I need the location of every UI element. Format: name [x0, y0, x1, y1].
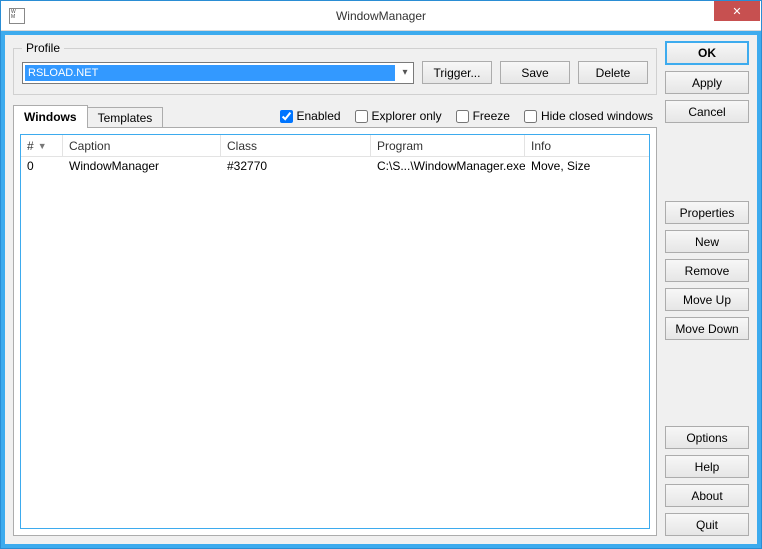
chevron-down-icon[interactable]: ▾ [397, 67, 413, 78]
left-column: Profile RSLOAD.NET ▾ Trigger... Save Del… [13, 41, 657, 536]
freeze-label: Freeze [473, 109, 510, 123]
cell-info: Move, Size [525, 159, 649, 173]
profile-group: Profile RSLOAD.NET ▾ Trigger... Save Del… [13, 41, 657, 95]
close-icon: ✕ [732, 5, 741, 18]
sort-down-icon: ▼ [38, 141, 47, 151]
options-button[interactable]: Options [665, 426, 749, 449]
move-up-button[interactable]: Move Up [665, 288, 749, 311]
list-header: # ▼ Caption Class Program Info [21, 135, 649, 157]
close-button[interactable]: ✕ [714, 1, 760, 21]
tab-options: Enabled Explorer only Freeze Hide c [280, 105, 658, 127]
explorer-only-label: Explorer only [372, 109, 442, 123]
tab-windows[interactable]: Windows [13, 105, 88, 128]
explorer-only-checkbox-input[interactable] [355, 110, 368, 123]
remove-button[interactable]: Remove [665, 259, 749, 282]
hide-closed-label: Hide closed windows [541, 109, 653, 123]
cell-caption: WindowManager [63, 159, 221, 173]
hide-closed-checkbox-input[interactable] [524, 110, 537, 123]
tabs-area: Windows Templates Enabled Explorer only [13, 105, 657, 536]
cell-program: C:\S...\WindowManager.exe [371, 159, 525, 173]
hide-closed-checkbox[interactable]: Hide closed windows [524, 109, 653, 123]
profile-combobox[interactable]: RSLOAD.NET ▾ [22, 62, 414, 84]
col-class[interactable]: Class [221, 135, 371, 156]
move-down-button[interactable]: Move Down [665, 317, 749, 340]
delete-button[interactable]: Delete [578, 61, 648, 84]
col-info[interactable]: Info [525, 135, 649, 156]
about-button[interactable]: About [665, 484, 749, 507]
save-button[interactable]: Save [500, 61, 570, 84]
quit-button[interactable]: Quit [665, 513, 749, 536]
profile-row: RSLOAD.NET ▾ Trigger... Save Delete [22, 61, 648, 84]
col-program[interactable]: Program [371, 135, 525, 156]
cancel-button[interactable]: Cancel [665, 100, 749, 123]
new-button[interactable]: New [665, 230, 749, 253]
tab-templates[interactable]: Templates [87, 107, 164, 128]
enabled-label: Enabled [297, 109, 341, 123]
titlebar[interactable]: WM WindowManager ✕ [1, 1, 761, 31]
explorer-only-checkbox[interactable]: Explorer only [355, 109, 442, 123]
tab-panel: # ▼ Caption Class Program Info 0 WindowM [13, 127, 657, 536]
right-column: OK Apply Cancel Properties New Remove Mo… [665, 41, 749, 536]
spacer [665, 129, 749, 195]
table-row[interactable]: 0 WindowManager #32770 C:\S...\WindowMan… [21, 157, 649, 175]
tab-row: Windows Templates Enabled Explorer only [13, 105, 657, 127]
freeze-checkbox[interactable]: Freeze [456, 109, 510, 123]
col-caption[interactable]: Caption [63, 135, 221, 156]
window-list[interactable]: # ▼ Caption Class Program Info 0 WindowM [20, 134, 650, 529]
cell-num: 0 [21, 159, 63, 173]
freeze-checkbox-input[interactable] [456, 110, 469, 123]
profile-selected-value: RSLOAD.NET [25, 65, 395, 81]
app-icon: WM [9, 8, 25, 24]
cell-class: #32770 [221, 159, 371, 173]
help-button[interactable]: Help [665, 455, 749, 478]
list-body: 0 WindowManager #32770 C:\S...\WindowMan… [21, 157, 649, 528]
enabled-checkbox[interactable]: Enabled [280, 109, 341, 123]
ok-button[interactable]: OK [665, 41, 749, 65]
col-num[interactable]: # ▼ [21, 135, 63, 156]
window-title: WindowManager [1, 9, 761, 23]
enabled-checkbox-input[interactable] [280, 110, 293, 123]
app-window: WM WindowManager ✕ Profile RSLOAD.NET ▾ … [0, 0, 762, 549]
spacer [665, 346, 749, 420]
trigger-button[interactable]: Trigger... [422, 61, 492, 84]
client-area: Profile RSLOAD.NET ▾ Trigger... Save Del… [1, 31, 761, 548]
profile-legend: Profile [22, 41, 64, 55]
apply-button[interactable]: Apply [665, 71, 749, 94]
properties-button[interactable]: Properties [665, 201, 749, 224]
